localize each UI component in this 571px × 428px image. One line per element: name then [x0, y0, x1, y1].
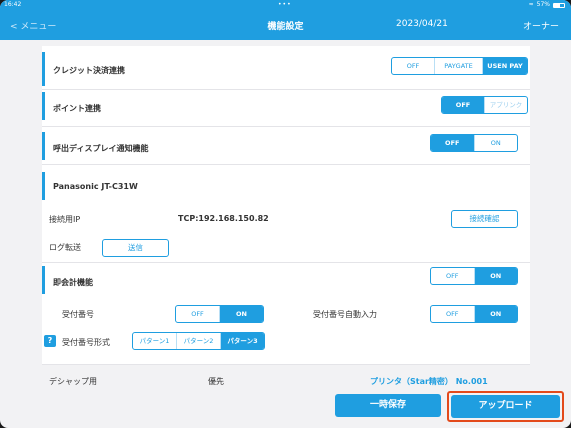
- receipt-number-label: 受付番号: [62, 310, 94, 319]
- auto-input-segment[interactable]: OFF ON: [430, 305, 518, 323]
- ip-value: TCP:192.168.150.82: [178, 214, 269, 223]
- instant-checkout-label: 即会計機能: [53, 278, 93, 287]
- device-label: Panasonic JT-C31W: [53, 182, 138, 191]
- divider: [42, 89, 530, 90]
- ip-label: 接続用IP: [49, 215, 81, 224]
- battery-icon: [553, 2, 565, 8]
- priority-label: 優先: [208, 377, 224, 386]
- auto-off-option[interactable]: OFF: [431, 306, 474, 322]
- status-time: 16:42: [4, 1, 22, 8]
- help-icon[interactable]: ?: [44, 335, 56, 347]
- auto-on-option[interactable]: ON: [473, 306, 517, 322]
- credit-label: クレジット決済連携: [53, 66, 125, 75]
- divider: [42, 126, 530, 127]
- nav-bar: < メニュー 機能設定 2023/04/21 オーナー: [0, 10, 571, 40]
- log-send-button[interactable]: 送信: [102, 239, 169, 257]
- receipt-on-option[interactable]: ON: [219, 306, 263, 322]
- format-pattern2-option[interactable]: パターン2: [176, 333, 220, 349]
- header-date: 2023/04/21: [396, 19, 448, 29]
- receipt-format-label: 受付番号形式: [62, 338, 110, 347]
- instant-off-option[interactable]: OFF: [431, 268, 474, 284]
- point-segment[interactable]: OFF アプリンク: [441, 96, 528, 114]
- call-display-segment[interactable]: OFF ON: [430, 134, 518, 152]
- device-section: Panasonic JT-C31W: [42, 172, 530, 200]
- call-display-label: 呼出ディスプレイ通知機能: [53, 144, 149, 153]
- receipt-number-segment[interactable]: OFF ON: [175, 305, 264, 323]
- point-applink-option[interactable]: アプリンク: [484, 97, 527, 113]
- credit-off-option[interactable]: OFF: [392, 58, 434, 74]
- point-label: ポイント連携: [53, 104, 101, 113]
- call-display-on-option[interactable]: ON: [473, 135, 518, 151]
- printer-link[interactable]: プリンタ（Star精密） No.001: [370, 376, 488, 387]
- format-pattern1-option[interactable]: パターン1: [133, 333, 176, 349]
- page-title: 機能設定: [267, 22, 304, 32]
- status-bar: 16:42 ••• ≈ 57%: [0, 0, 571, 10]
- instant-checkout-segment[interactable]: OFF ON: [430, 267, 518, 285]
- upload-button[interactable]: アップロード: [451, 395, 560, 418]
- header-user: オーナー: [522, 22, 559, 32]
- instant-on-option[interactable]: ON: [473, 268, 517, 284]
- battery-percent: 57%: [536, 1, 550, 8]
- format-pattern3-option[interactable]: パターン3: [220, 333, 264, 349]
- divider: [42, 164, 530, 165]
- divider: [42, 364, 530, 365]
- divider: [42, 262, 530, 263]
- connection-check-button[interactable]: 接続確認: [451, 210, 518, 228]
- dishup-label: デシャップ用: [49, 377, 97, 386]
- receipt-format-segment[interactable]: パターン1 パターン2 パターン3: [132, 332, 265, 350]
- temporary-save-button[interactable]: 一時保存: [335, 394, 441, 417]
- multitask-dots: •••: [278, 1, 292, 8]
- point-off-option[interactable]: OFF: [442, 97, 484, 113]
- credit-usenpay-option[interactable]: USEN PAY: [482, 58, 527, 74]
- auto-input-label: 受付番号自動入力: [313, 310, 377, 319]
- ipad-screen: 16:42 ••• ≈ 57% < メニュー 機能設定 2023/04/21 オ…: [0, 0, 571, 428]
- call-display-off-option[interactable]: OFF: [431, 135, 474, 151]
- receipt-off-option[interactable]: OFF: [176, 306, 219, 322]
- credit-segment[interactable]: OFF PAYGATE USEN PAY: [391, 57, 528, 75]
- log-transfer-label: ログ転送: [49, 243, 81, 252]
- wifi-icon: ≈: [528, 1, 534, 8]
- credit-paygate-option[interactable]: PAYGATE: [434, 58, 482, 74]
